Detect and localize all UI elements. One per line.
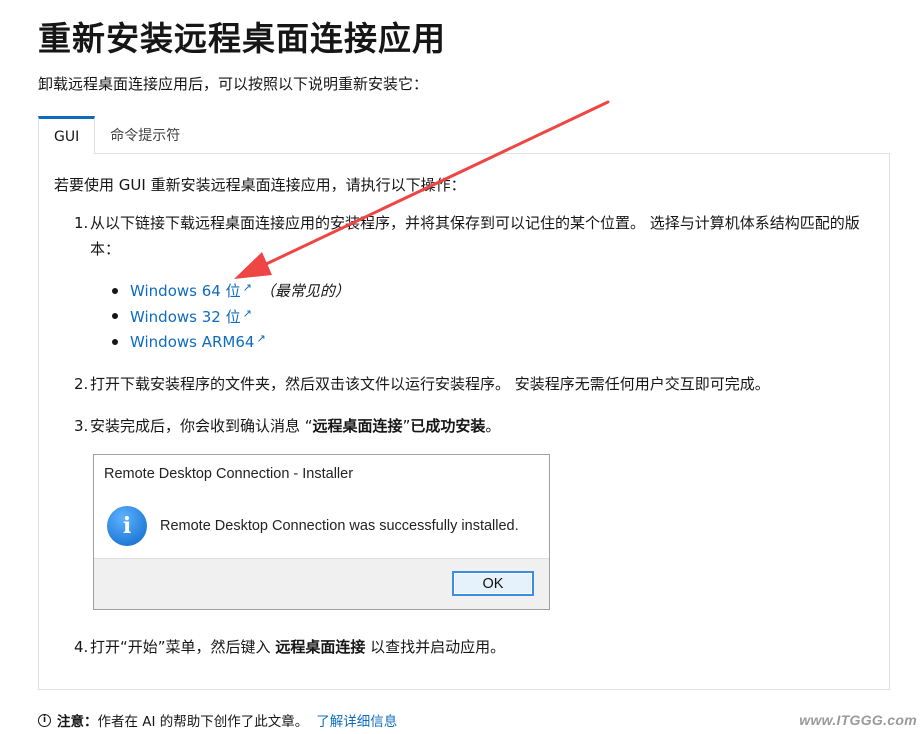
step-text: 打开下载安装程序的文件夹，然后双击该文件以运行安装程序。 安装程序无需任何用户交…: [90, 375, 770, 393]
watermark: www.ITGGG.com: [799, 712, 917, 728]
step-text-bold: 已成功安装: [410, 417, 486, 435]
info-circle-icon: i: [38, 713, 51, 727]
step-text-part: 安装完成后，你会收到确认消息 “: [90, 417, 313, 435]
info-icon: i: [107, 505, 147, 546]
step-number: 2.: [74, 375, 89, 393]
tab-gui[interactable]: GUI: [38, 116, 96, 154]
list-item: Windows 32 位 ↗: [112, 304, 350, 330]
dialog-title: Remote Desktop Connection - Installer: [94, 455, 549, 493]
step-text-bold: 远程桌面连接: [275, 638, 366, 656]
installer-dialog: Remote Desktop Connection - Installer i …: [93, 454, 550, 610]
link-windows-32[interactable]: Windows 32 位: [130, 306, 241, 327]
tab-command-prompt[interactable]: 命令提示符: [95, 116, 195, 154]
page-title: 重新安装远程桌面连接应用: [38, 19, 446, 58]
learn-more-link[interactable]: 了解详细信息: [316, 710, 397, 730]
step-number: 3.: [74, 417, 89, 435]
tab-bar: GUI 命令提示符: [38, 116, 195, 154]
link-note: （最常见的）: [259, 282, 350, 301]
ok-button[interactable]: OK: [452, 571, 534, 596]
intro-text: 卸载远程桌面连接应用后，可以按照以下说明重新安装它：: [38, 75, 429, 93]
step-text-bold: 远程桌面连接: [312, 417, 403, 435]
step-number: 1.: [74, 214, 89, 232]
list-item: Windows ARM64 ↗: [112, 329, 350, 355]
step-2: 2. 打开下载安装程序的文件夹，然后双击该文件以运行安装程序。 安装程序无需任何…: [74, 371, 874, 397]
panel-lead: 若要使用 GUI 重新安装远程桌面连接应用，请执行以下操作：: [54, 176, 466, 194]
step-text: 安装完成后，你会收到确认消息 “远程桌面连接”已成功安装。: [74, 413, 874, 439]
step-text: 从以下链接下载远程桌面连接应用的安装程序，并将其保存到可以记住的某个位置。 选择…: [90, 214, 860, 258]
external-link-icon: ↗: [242, 281, 252, 295]
step-1: 1. 从以下链接下载远程桌面连接应用的安装程序，并将其保存到可以记住的某个位置。…: [74, 210, 874, 262]
note-label: 注意：: [57, 714, 98, 730]
dialog-message: Remote Desktop Connection was successful…: [160, 517, 519, 534]
external-link-icon: ↗: [256, 332, 266, 346]
link-windows-arm64[interactable]: Windows ARM64: [130, 333, 254, 351]
step-text-part: 以查找并启动应用。: [365, 638, 506, 656]
note-text: 作者在 AI 的帮助下创作了此文章。: [97, 714, 309, 730]
ai-note: i 注意： 作者在 AI 的帮助下创作了此文章。 了解详细信息: [38, 710, 397, 730]
bullet: [112, 338, 118, 345]
step-number: 4.: [74, 638, 89, 656]
step-3: 3. 安装完成后，你会收到确认消息 “远程桌面连接”已成功安装。: [74, 413, 874, 439]
bullet: [112, 313, 118, 320]
step-text-part: 。: [485, 417, 501, 435]
bullet: [112, 287, 118, 294]
dialog-body: i Remote Desktop Connection was successf…: [94, 493, 549, 559]
step-text: 打开“开始”菜单，然后键入 远程桌面连接 以查找并启动应用。: [74, 634, 874, 660]
download-links: Windows 64 位 ↗ （最常见的） Windows 32 位 ↗ Win…: [112, 278, 350, 355]
step-text-part: 打开“开始”菜单，然后键入: [90, 638, 276, 656]
external-link-icon: ↗: [242, 306, 252, 320]
list-item: Windows 64 位 ↗ （最常见的）: [112, 278, 350, 304]
link-windows-64[interactable]: Windows 64 位: [130, 280, 241, 301]
step-4: 4. 打开“开始”菜单，然后键入 远程桌面连接 以查找并启动应用。: [74, 634, 874, 660]
